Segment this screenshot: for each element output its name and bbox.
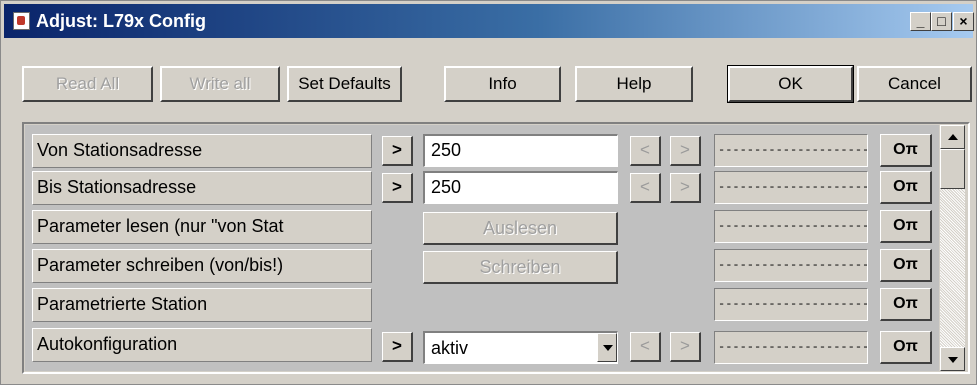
autokonfiguration-value: aktiv: [431, 338, 469, 358]
row-label-parametrierte-station: Parametrierte Station: [32, 288, 372, 322]
schreiben-button[interactable]: Schreiben: [423, 251, 618, 284]
von-stationsadresse-field[interactable]: 250: [423, 134, 618, 167]
set-defaults-button[interactable]: Set Defaults: [287, 66, 402, 102]
window-title: Adjust: L79x Config: [36, 11, 206, 31]
bis-stationsadresse-field[interactable]: 250: [423, 171, 618, 204]
scroll-up-icon[interactable]: [940, 125, 965, 149]
minimize-button[interactable]: _: [910, 12, 931, 31]
config-window: Adjust: L79x Config _ □ × Read All Write…: [0, 0, 977, 385]
send-button-von[interactable]: >: [382, 136, 413, 166]
write-all-button[interactable]: Write all: [160, 66, 280, 102]
status-field-lesen: ----------------------: [714, 210, 868, 243]
key-icon[interactable]: Oπ: [880, 171, 932, 204]
close-button[interactable]: ×: [953, 12, 974, 31]
ok-button[interactable]: OK: [727, 65, 854, 103]
send-button-auto[interactable]: >: [382, 332, 413, 362]
status-field-station: ----------------------: [714, 288, 868, 321]
status-field-von: ----------------------: [714, 134, 868, 167]
read-all-button[interactable]: Read All: [22, 66, 153, 102]
row-label-parameter-lesen: Parameter lesen (nur "von Stat: [32, 210, 372, 244]
cancel-button[interactable]: Cancel: [857, 66, 972, 102]
title-bar[interactable]: Adjust: L79x Config _ □ ×: [4, 4, 974, 38]
auslesen-button[interactable]: Auslesen: [423, 212, 618, 245]
maximize-button[interactable]: □: [931, 12, 952, 31]
prev-button-auto[interactable]: <: [630, 332, 661, 362]
status-field-auto: ----------------------: [714, 331, 868, 364]
vertical-scrollbar[interactable]: [940, 125, 965, 371]
send-button-bis[interactable]: >: [382, 173, 413, 203]
key-icon[interactable]: Oπ: [880, 288, 932, 321]
autokonfiguration-select[interactable]: aktiv: [423, 331, 618, 364]
scrollbar-thumb[interactable]: [940, 149, 965, 189]
scroll-down-icon[interactable]: [940, 347, 965, 371]
row-label-bis-stationsadresse: Bis Stationsadresse: [32, 171, 372, 205]
status-field-bis: ----------------------: [714, 171, 868, 204]
key-icon[interactable]: Oπ: [880, 331, 932, 364]
status-field-schreiben: ----------------------: [714, 249, 868, 282]
help-button[interactable]: Help: [575, 66, 693, 102]
next-button-von[interactable]: >: [670, 136, 701, 166]
app-icon[interactable]: [13, 12, 30, 30]
key-icon[interactable]: Oπ: [880, 249, 932, 282]
key-icon[interactable]: Oπ: [880, 134, 932, 167]
row-label-autokonfiguration: Autokonfiguration: [32, 328, 372, 362]
row-label-parameter-schreiben: Parameter schreiben (von/bis!): [32, 249, 372, 283]
prev-button-bis[interactable]: <: [630, 173, 661, 203]
chevron-down-icon[interactable]: [597, 333, 617, 362]
row-label-von-stationsadresse: Von Stationsadresse: [32, 134, 372, 168]
key-icon[interactable]: Oπ: [880, 210, 932, 243]
next-button-bis[interactable]: >: [670, 173, 701, 203]
prev-button-von[interactable]: <: [630, 136, 661, 166]
next-button-auto[interactable]: >: [670, 332, 701, 362]
info-button[interactable]: Info: [444, 66, 561, 102]
